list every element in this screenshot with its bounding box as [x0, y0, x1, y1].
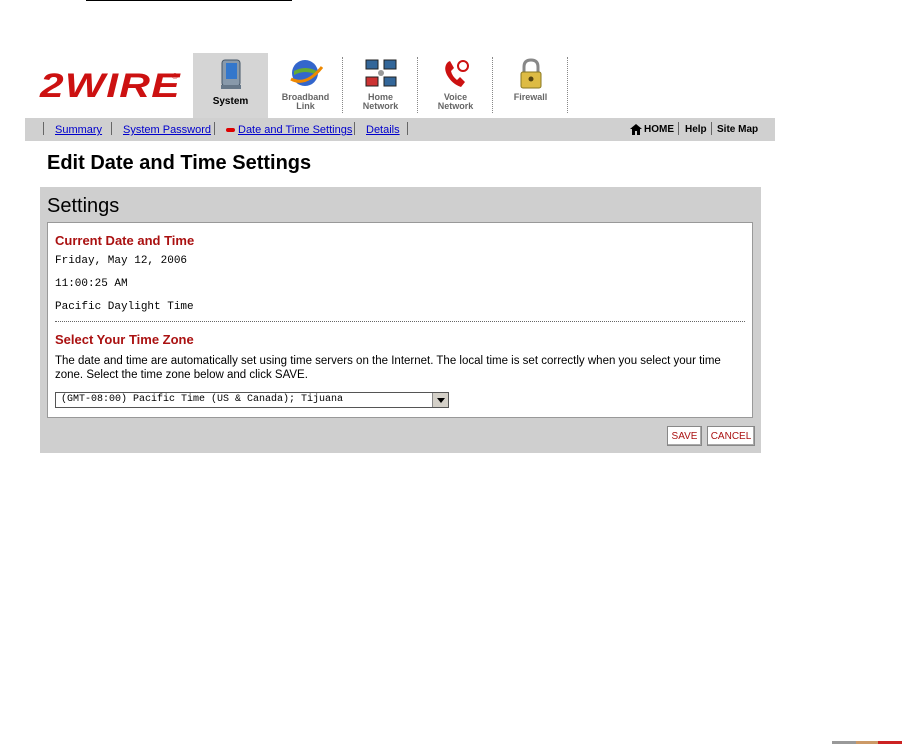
tab-voice-label-2: Network	[437, 101, 474, 111]
nav-divider	[111, 122, 112, 135]
nav-divider	[678, 122, 679, 135]
top-underline	[86, 0, 292, 1]
corner-bar-gray	[832, 741, 856, 744]
nav-divider	[407, 122, 408, 135]
nav-divider	[214, 122, 215, 135]
globe-icon	[289, 60, 323, 86]
tab-voice-network[interactable]: Voice Network	[418, 53, 493, 118]
sub-navigation: Summary System Password Date and Time Se…	[25, 118, 775, 141]
settings-content: Current Date and Time Friday, May 12, 20…	[47, 222, 753, 418]
padlock-icon	[520, 58, 541, 89]
tab-firewall-label: Firewall	[513, 92, 548, 102]
current-date-time-heading: Current Date and Time	[55, 233, 195, 248]
current-page-indicator	[226, 128, 235, 132]
2wire-logo[interactable]: 2WIRE ®	[40, 67, 181, 105]
nav-date-time-link[interactable]: Date and Time Settings	[238, 124, 352, 136]
tab-home-label-2: Network	[362, 101, 399, 111]
nav-divider	[711, 122, 712, 135]
network-icon	[365, 59, 396, 87]
save-button[interactable]: SAVE	[667, 426, 702, 446]
current-zone-name: Pacific Daylight Time	[55, 301, 194, 313]
cancel-button[interactable]: CANCEL	[707, 426, 755, 446]
current-time: 11:00:25 AM	[55, 278, 128, 290]
nav-system-password-link[interactable]: System Password	[123, 124, 211, 136]
chevron-down-icon[interactable]	[432, 393, 448, 407]
corner-bar-red	[878, 741, 902, 744]
tab-system-label: System	[212, 96, 249, 107]
tab-home-network[interactable]: Home Network	[343, 53, 418, 118]
home-link[interactable]: HOME	[644, 124, 674, 135]
current-date: Friday, May 12, 2006	[55, 255, 188, 267]
help-link[interactable]: Help	[685, 124, 707, 135]
logo-text: 2WIRE	[40, 67, 181, 105]
time-zone-select[interactable]: (GMT-08:00) Pacific Time (US & Canada); …	[55, 392, 449, 408]
time-zone-heading: Select Your Time Zone	[55, 332, 194, 347]
phone-icon	[444, 60, 469, 87]
tab-broadband-label-2: Link	[296, 101, 315, 111]
settings-panel: Settings Current Date and Time Friday, M…	[40, 187, 761, 453]
section-divider	[55, 321, 745, 322]
home-icon[interactable]	[630, 124, 642, 135]
time-zone-description: The date and time are automatically set …	[55, 355, 721, 381]
system-icon	[220, 59, 241, 89]
main-tabs: System Broadband Link Home Network Voice…	[193, 53, 568, 118]
nav-divider	[43, 122, 44, 135]
page-title: Edit Date and Time Settings	[47, 152, 312, 174]
nav-details-link[interactable]: Details	[366, 124, 400, 136]
time-zone-selected-value: (GMT-08:00) Pacific Time (US & Canada); …	[61, 394, 344, 405]
corner-bar-tan	[856, 741, 878, 744]
nav-summary-link[interactable]: Summary	[55, 124, 102, 136]
tab-broadband-link[interactable]: Broadband Link	[268, 53, 343, 118]
tab-system[interactable]: System	[193, 53, 268, 118]
nav-divider	[354, 122, 355, 135]
site-map-link[interactable]: Site Map	[717, 124, 758, 135]
tab-firewall[interactable]: Firewall	[493, 53, 568, 118]
registered-mark: ®	[172, 72, 178, 81]
panel-title: Settings	[47, 195, 120, 217]
